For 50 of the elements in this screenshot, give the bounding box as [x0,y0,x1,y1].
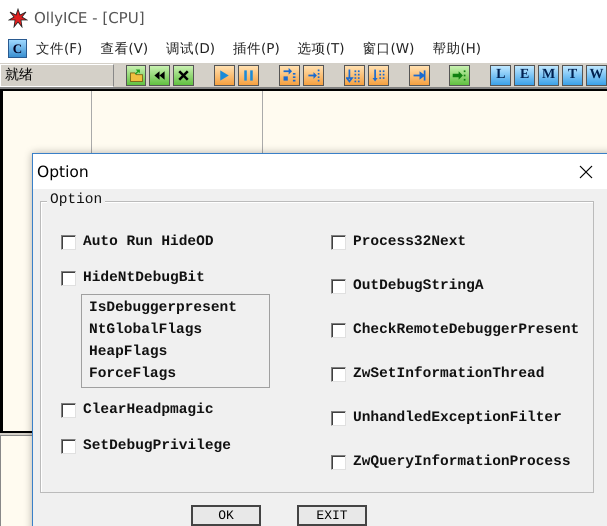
menu-item[interactable]: 插件(P) [233,40,289,58]
folder-icon [128,66,145,84]
list-text: NtGlobalFlags [89,321,204,340]
menu-item[interactable]: 查看(V) [100,40,158,58]
option-label: UnhandledExceptionFilter [353,410,562,426]
list-text: ForceFlags [89,365,178,384]
checkbox[interactable] [61,234,76,250]
checkbox[interactable] [61,402,76,418]
toolbar-button[interactable]: W [586,64,607,86]
dialog-button[interactable]: EXIT [297,505,367,526]
menu-item[interactable]: 文件(F) [36,40,92,58]
option-label: Auto Run HideOD [83,234,214,250]
toolbar-button[interactable]: L [490,64,512,86]
menu-item[interactable]: 选项(T) [298,40,354,58]
option-label: ZwSetInformationThread [353,366,544,382]
option-label: CheckRemoteDebuggerPresent [353,322,580,338]
checkbox[interactable] [331,234,346,250]
toolbar-button[interactable]: E [514,64,536,86]
window-title: OllyICE - [CPU] [34,8,145,26]
checkbox[interactable] [61,438,76,454]
app-menu-button[interactable]: C [8,39,27,58]
checkbox[interactable] [331,454,346,470]
checkbox[interactable] [331,278,346,294]
list-text: IsDebuggerpresent [89,299,238,318]
dialog-button[interactable]: OK [191,505,261,526]
toolbar-button[interactable]: M [538,64,560,86]
option-label: HideNtDebugBit [83,270,205,286]
toolbar-button[interactable] [173,64,194,86]
menu-item[interactable]: 帮助(H) [432,40,490,58]
step-icon [281,66,298,84]
menu-item[interactable]: 调试(D) [166,40,224,58]
checkbox[interactable] [61,270,76,286]
app-logo-icon [8,8,28,28]
option-label: SetDebugPrivilege [83,438,231,454]
checkbox[interactable] [331,410,346,426]
toolbar-button[interactable] [149,64,170,86]
status-text: 就绪 [0,64,114,86]
close-icon [579,164,593,178]
option-label: Process32Next [353,234,466,250]
menu-item[interactable]: 窗口(W) [362,40,424,58]
toolbar-button[interactable]: T [562,64,584,86]
option-label: ZwQueryInformationProcess [353,454,571,470]
trace-icon [370,66,387,84]
option-label: ClearHeadpmagic [83,402,214,418]
option-label: OutDebugStringA [353,278,484,294]
checkbox[interactable] [331,322,346,338]
group-title: Option [47,192,106,208]
checkbox[interactable] [331,366,346,382]
dialog-title: Option [37,162,89,180]
list-text: HeapFlags [89,343,168,362]
